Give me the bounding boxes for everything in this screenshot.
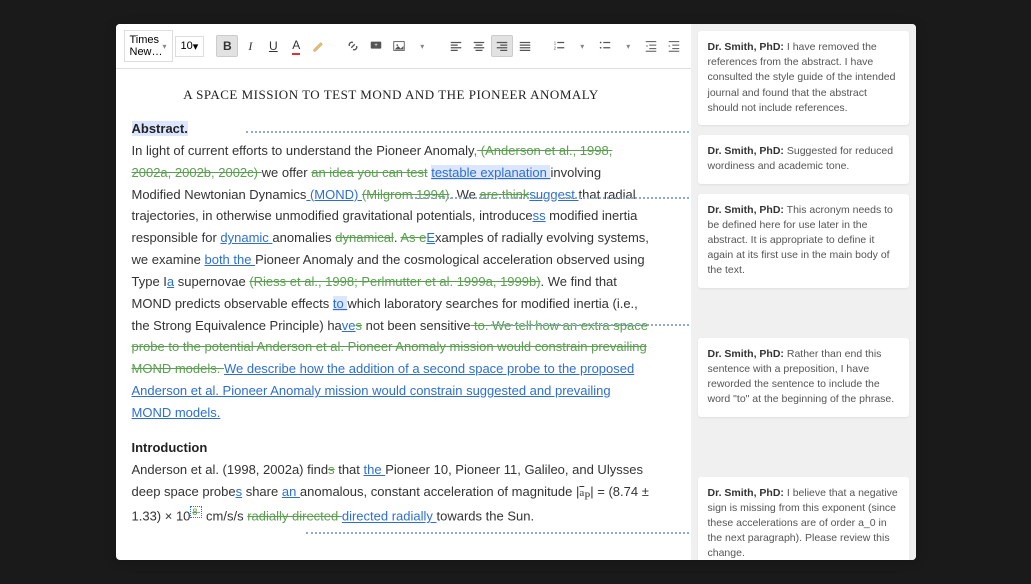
image-icon bbox=[392, 39, 406, 53]
font-color-button[interactable]: A bbox=[285, 35, 307, 57]
align-group bbox=[445, 35, 536, 57]
comment-card[interactable]: Dr. Smith, PhD: I believe that a negativ… bbox=[698, 477, 909, 561]
comment-card[interactable]: Dr. Smith, PhD: Suggested for reduced wo… bbox=[698, 135, 909, 183]
spacer bbox=[698, 298, 909, 338]
exponent-edit: 8- bbox=[190, 506, 202, 518]
indent-icon bbox=[667, 39, 681, 53]
align-left-button[interactable] bbox=[445, 35, 467, 57]
align-justify-icon bbox=[518, 39, 532, 53]
comment-author: Dr. Smith, PhD: bbox=[708, 145, 784, 157]
spacer bbox=[698, 427, 909, 477]
deletion: are think bbox=[480, 187, 530, 202]
insertion: dynamic bbox=[220, 230, 272, 245]
formula: aP bbox=[579, 484, 590, 499]
align-right-icon bbox=[495, 39, 509, 53]
editor-window: Times New… ▾ 10 ▾ B I U A bbox=[116, 24, 916, 560]
font-size-select[interactable]: 10 ▾ bbox=[175, 36, 205, 57]
insertion: testable explanation bbox=[431, 165, 550, 180]
align-right-button[interactable] bbox=[491, 35, 513, 57]
insertion: ss bbox=[533, 208, 546, 223]
deletion: an idea you can test bbox=[311, 165, 427, 180]
list-group: 12 ▾ ▾ bbox=[548, 35, 685, 57]
align-left-icon bbox=[449, 39, 463, 53]
insertion: ve bbox=[342, 318, 356, 333]
comment-author: Dr. Smith, PhD: bbox=[708, 348, 784, 360]
svg-text:+: + bbox=[375, 42, 379, 49]
insertion: an bbox=[282, 484, 300, 499]
svg-text:2: 2 bbox=[554, 46, 557, 51]
insertion: the bbox=[364, 462, 386, 477]
abstract-heading: Abstract. bbox=[132, 121, 651, 136]
abstract-body[interactable]: In light of current efforts to understan… bbox=[132, 140, 651, 424]
highlighter-icon bbox=[312, 39, 326, 53]
link-button[interactable] bbox=[342, 35, 364, 57]
comment-author: Dr. Smith, PhD: bbox=[708, 204, 784, 216]
highlight-button[interactable] bbox=[308, 35, 330, 57]
introduction-heading: Introduction bbox=[132, 440, 651, 455]
font-family-label: Times New… bbox=[130, 34, 163, 58]
svg-text:1: 1 bbox=[554, 40, 557, 45]
image-button[interactable] bbox=[388, 35, 410, 57]
insertion: E bbox=[426, 230, 435, 245]
insert-group: + ▾ bbox=[342, 35, 433, 57]
text-style-group: B I U A bbox=[216, 35, 330, 57]
underline-button[interactable]: U bbox=[262, 35, 284, 57]
comment-card[interactable]: Dr. Smith, PhD: Rather than end this sen… bbox=[698, 338, 909, 417]
image-dropdown[interactable]: ▾ bbox=[411, 35, 433, 57]
italic-button[interactable]: I bbox=[239, 35, 261, 57]
comment-card[interactable]: Dr. Smith, PhD: This acronym needs to be… bbox=[698, 194, 909, 288]
indent-button[interactable] bbox=[663, 35, 685, 57]
align-justify-button[interactable] bbox=[514, 35, 536, 57]
font-size-label: 10 bbox=[181, 40, 193, 52]
insertion: (MOND) bbox=[306, 187, 362, 202]
numbered-list-button[interactable]: 12 bbox=[548, 35, 570, 57]
document-area[interactable]: A SPACE MISSION TO TEST MOND AND THE PIO… bbox=[116, 69, 691, 560]
outdent-icon bbox=[644, 39, 658, 53]
deletion: As e bbox=[400, 230, 426, 245]
main-column: Times New… ▾ 10 ▾ B I U A bbox=[116, 24, 691, 560]
align-center-icon bbox=[472, 39, 486, 53]
deletion: (Milgrom 1994) bbox=[362, 187, 449, 202]
link-icon bbox=[346, 39, 360, 53]
insertion: directed radially bbox=[342, 509, 437, 524]
bullet-list-button[interactable] bbox=[594, 35, 616, 57]
numbered-list-icon: 12 bbox=[552, 39, 566, 53]
deletion: dynamical bbox=[335, 230, 394, 245]
insertion: suggest bbox=[529, 187, 578, 202]
bold-button[interactable]: B bbox=[216, 35, 238, 57]
outdent-button[interactable] bbox=[640, 35, 662, 57]
introduction-body[interactable]: Anderson et al. (1998, 2002a) finds that… bbox=[132, 459, 651, 528]
comments-panel: Dr. Smith, PhD: I have removed the refer… bbox=[691, 24, 916, 560]
align-center-button[interactable] bbox=[468, 35, 490, 57]
bullet-list-icon bbox=[598, 39, 612, 53]
deletion: radially directed bbox=[247, 509, 342, 524]
list-dropdown-2[interactable]: ▾ bbox=[617, 35, 639, 57]
insertion: both the bbox=[204, 252, 255, 267]
list-dropdown-1[interactable]: ▾ bbox=[571, 35, 593, 57]
deletion: (Riess et al., 1998; Perlmutter et al. 1… bbox=[249, 274, 540, 289]
document-title: A SPACE MISSION TO TEST MOND AND THE PIO… bbox=[132, 87, 651, 103]
comment-author: Dr. Smith, PhD: bbox=[708, 487, 784, 499]
caret-down-icon: ▾ bbox=[193, 40, 199, 53]
caret-down-icon: ▾ bbox=[163, 42, 167, 51]
toolbar: Times New… ▾ 10 ▾ B I U A bbox=[116, 24, 691, 69]
comment-card[interactable]: Dr. Smith, PhD: I have removed the refer… bbox=[698, 31, 909, 125]
font-family-select[interactable]: Times New… ▾ bbox=[124, 30, 173, 62]
app-root: Times New… ▾ 10 ▾ B I U A bbox=[0, 0, 1031, 584]
comment-connector bbox=[306, 532, 691, 534]
comment-author: Dr. Smith, PhD: bbox=[708, 41, 784, 53]
insertion: to bbox=[333, 296, 347, 311]
comment-icon: + bbox=[369, 39, 383, 53]
comment-button[interactable]: + bbox=[365, 35, 387, 57]
